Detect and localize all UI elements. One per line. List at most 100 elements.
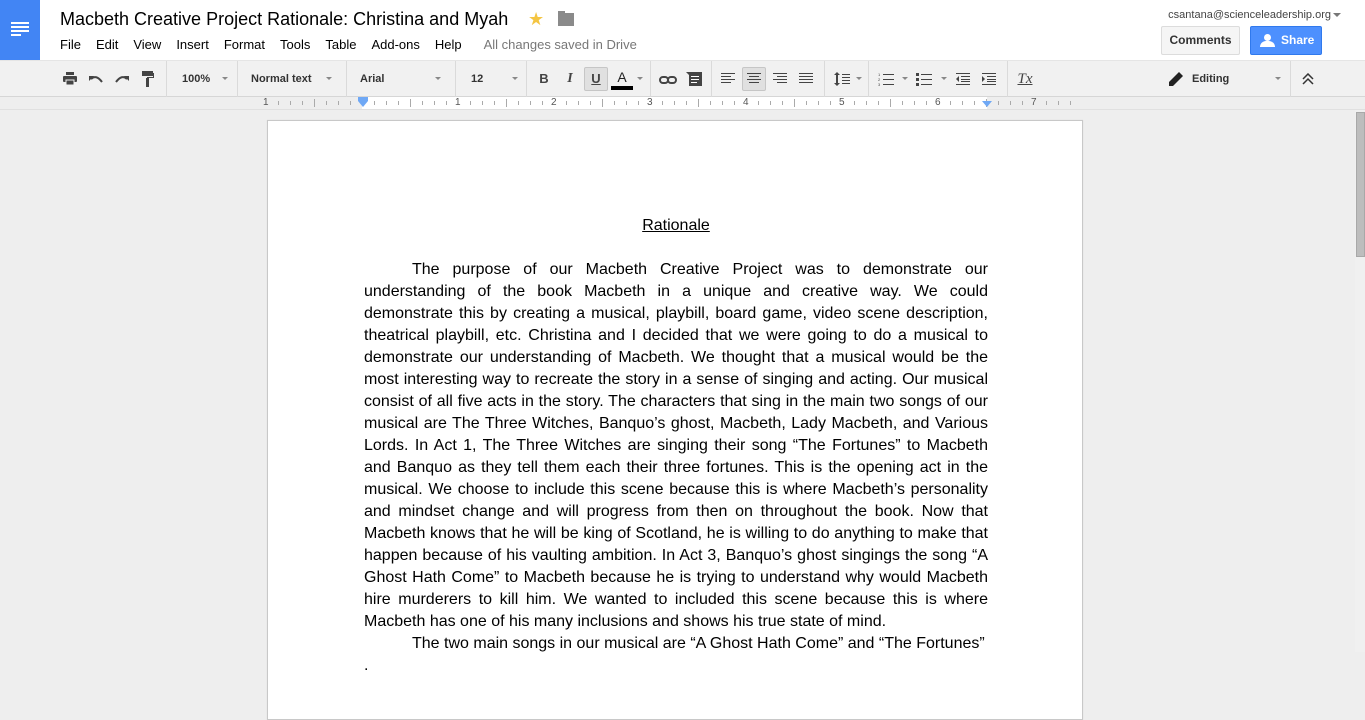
body-paragraph: The two main songs in our musical are “A… — [364, 635, 985, 674]
menu-table[interactable]: Table — [325, 37, 356, 52]
ruler-tick — [794, 99, 795, 107]
ruler-tick — [1058, 101, 1059, 105]
toolbar-separator — [526, 61, 527, 97]
mode-dropdown-icon[interactable] — [1275, 77, 1281, 80]
toolbar-separator — [868, 61, 869, 97]
ruler-tick — [770, 101, 771, 105]
bulleted-list-dropdown-icon[interactable] — [941, 77, 947, 80]
ruler-tick — [530, 101, 531, 105]
ruler-tick — [410, 99, 411, 107]
paragraph-style-select[interactable]: Normal text — [251, 67, 312, 91]
ruler-tick — [734, 101, 735, 105]
bold-button[interactable]: B — [532, 67, 556, 91]
menu-format[interactable]: Format — [224, 37, 265, 52]
ruler-tick — [638, 101, 639, 105]
editing-mode-select[interactable]: Editing — [1192, 67, 1229, 91]
ruler-tick — [422, 101, 423, 105]
ruler-tick — [374, 101, 375, 105]
save-status[interactable]: All changes saved in Drive — [484, 37, 637, 52]
paint-format-icon[interactable] — [136, 67, 160, 91]
toolbar-separator — [346, 61, 347, 97]
menu-view[interactable]: View — [133, 37, 161, 52]
menu-add-ons[interactable]: Add-ons — [371, 37, 419, 52]
ruler-label: 6 — [935, 97, 941, 108]
underline-button[interactable]: U — [584, 67, 608, 91]
ruler-label: 1 — [263, 97, 269, 108]
align-right-icon[interactable] — [768, 67, 792, 91]
scrollbar-thumb[interactable] — [1356, 112, 1365, 257]
ruler-tick — [614, 101, 615, 105]
bulleted-list-icon[interactable] — [912, 67, 936, 91]
insert-comment-icon[interactable] — [682, 67, 706, 91]
menu-file[interactable]: File — [60, 37, 81, 52]
ruler-label: 1 — [455, 97, 461, 108]
ruler-tick — [386, 101, 387, 105]
ruler-tick — [590, 101, 591, 105]
menu-edit[interactable]: Edit — [96, 37, 118, 52]
ruler-tick — [1010, 101, 1011, 105]
menu-help[interactable]: Help — [435, 37, 462, 52]
menu-insert[interactable]: Insert — [176, 37, 209, 52]
toolbar-separator — [1007, 61, 1008, 97]
insert-link-icon[interactable] — [656, 67, 680, 91]
zoom-select[interactable]: 100% — [182, 67, 210, 91]
ruler-tick — [686, 101, 687, 105]
account-email[interactable]: csantana@scienceleadership.org — [1168, 9, 1331, 21]
font-size-dropdown-icon[interactable] — [512, 77, 518, 80]
ruler-label: 4 — [743, 97, 749, 108]
font-size-select[interactable]: 12 — [471, 67, 483, 91]
ruler-tick — [854, 101, 855, 105]
clear-formatting-icon[interactable]: Tx — [1013, 67, 1037, 91]
folder-icon[interactable] — [558, 11, 574, 26]
share-button[interactable]: Share — [1250, 26, 1322, 55]
menu-bar: File Edit View Insert Format Tools Table… — [60, 37, 652, 52]
ruler-tick — [350, 101, 351, 105]
align-justify-icon[interactable] — [794, 67, 818, 91]
ruler-label: 2 — [551, 97, 557, 108]
docs-home-logo[interactable] — [0, 0, 40, 60]
font-dropdown-icon[interactable] — [435, 77, 441, 80]
document-page[interactable]: Rationale The purpose of our Macbeth Cre… — [267, 120, 1083, 720]
increase-indent-icon[interactable] — [977, 67, 1001, 91]
font-select[interactable]: Arial — [360, 67, 384, 91]
ruler-tick — [866, 101, 867, 105]
comments-button[interactable]: Comments — [1161, 26, 1240, 55]
menu-tools[interactable]: Tools — [280, 37, 310, 52]
line-spacing-icon[interactable] — [830, 67, 854, 91]
align-left-icon[interactable] — [716, 67, 740, 91]
ruler-tick — [278, 101, 279, 105]
ruler-tick — [698, 99, 699, 107]
numbered-list-icon[interactable]: 123 — [874, 67, 898, 91]
document-title[interactable]: Macbeth Creative Project Rationale: Chri… — [60, 9, 508, 30]
redo-icon[interactable] — [110, 67, 134, 91]
italic-button[interactable]: I — [558, 67, 582, 91]
ruler-tick — [902, 101, 903, 105]
undo-icon[interactable] — [84, 67, 108, 91]
align-center-icon[interactable] — [742, 67, 766, 91]
ruler-tick — [302, 101, 303, 105]
ruler-tick — [914, 101, 915, 105]
zoom-dropdown-icon[interactable] — [222, 77, 228, 80]
line-spacing-dropdown-icon[interactable] — [856, 77, 862, 80]
account-dropdown-icon[interactable] — [1333, 13, 1341, 17]
ruler[interactable]: 1 1 2 3 4 5 6 7 — [0, 97, 1365, 110]
star-icon[interactable]: ★ — [528, 9, 544, 29]
left-indent-handle[interactable] — [358, 101, 368, 107]
ruler-tick — [494, 101, 495, 105]
collapse-menu-icon[interactable] — [1296, 67, 1320, 91]
numbered-list-dropdown-icon[interactable] — [902, 77, 908, 80]
text-color-button[interactable]: A — [610, 67, 634, 91]
right-indent-handle[interactable] — [982, 101, 992, 107]
toolbar-separator — [455, 61, 456, 97]
ruler-tick — [926, 101, 927, 105]
ruler-tick — [890, 99, 891, 107]
print-icon[interactable] — [58, 67, 82, 91]
style-dropdown-icon[interactable] — [326, 77, 332, 80]
person-icon — [1260, 34, 1276, 47]
ruler-label: 7 — [1031, 97, 1037, 108]
ruler-tick — [626, 101, 627, 105]
decrease-indent-icon[interactable] — [951, 67, 975, 91]
share-label: Share — [1281, 33, 1315, 47]
ruler-tick — [782, 101, 783, 105]
text-color-dropdown-icon[interactable] — [637, 77, 643, 80]
